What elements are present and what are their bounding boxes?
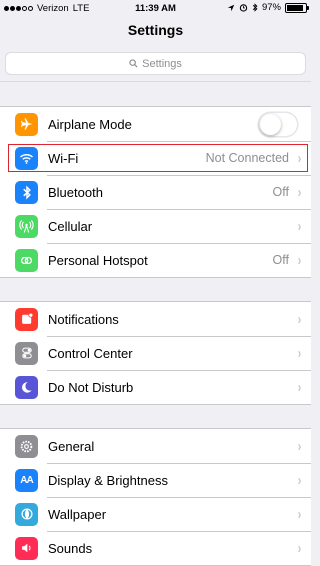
chevron-right-icon: › — [297, 471, 302, 489]
row-label: Do Not Disturb — [48, 379, 134, 395]
notifications-icon — [15, 307, 38, 331]
row-do-not-disturb[interactable]: Do Not Disturb › — [0, 370, 311, 404]
row-display-brightness[interactable]: AA Display & Brightness › — [0, 463, 311, 497]
row-label: General — [48, 438, 95, 454]
chevron-right-icon: › — [297, 183, 302, 201]
battery-icon — [285, 2, 309, 13]
row-general[interactable]: General › — [0, 429, 311, 463]
row-cellular[interactable]: Cellular › — [0, 209, 311, 243]
settings-group-notifications: Notifications › Control Center › Do Not … — [0, 301, 311, 405]
airplane-icon — [15, 112, 38, 136]
chevron-right-icon: › — [297, 539, 302, 557]
row-label: Notifications — [48, 311, 119, 327]
chevron-right-icon: › — [297, 437, 302, 455]
chevron-right-icon: › — [297, 344, 302, 362]
row-notifications[interactable]: Notifications › — [0, 302, 311, 336]
status-icons: 97% — [227, 2, 309, 13]
chevron-right-icon: › — [297, 251, 302, 269]
row-control-center[interactable]: Control Center › — [0, 336, 311, 370]
battery-percent: 97% — [261, 2, 281, 13]
row-value: Off — [272, 185, 289, 199]
wifi-icon — [15, 146, 38, 170]
gear-icon — [15, 434, 38, 458]
hotspot-icon — [15, 248, 38, 272]
chevron-right-icon: › — [297, 505, 302, 523]
cellular-icon — [15, 214, 38, 238]
chevron-right-icon: › — [297, 310, 302, 328]
row-label: Cellular — [48, 218, 93, 234]
bluetooth-status-icon — [252, 3, 258, 12]
search-divider — [0, 81, 311, 82]
settings-group-general: General › AA Display & Brightness › Wall… — [0, 428, 311, 566]
row-airplane-mode[interactable]: Airplane Mode — [0, 107, 311, 141]
row-wifi[interactable]: Wi-Fi Not Connected › — [0, 141, 311, 175]
wallpaper-icon — [15, 502, 38, 526]
row-label: Control Center — [48, 345, 133, 361]
airplane-mode-toggle[interactable] — [259, 112, 297, 136]
row-label: Bluetooth — [48, 184, 103, 200]
search-field[interactable]: Settings — [6, 53, 305, 74]
row-wallpaper[interactable]: Wallpaper › — [0, 497, 311, 531]
chevron-right-icon: › — [297, 217, 302, 235]
row-label: Airplane Mode — [48, 116, 132, 132]
row-label: Wallpaper — [48, 506, 107, 522]
bluetooth-icon — [15, 180, 38, 204]
search-placeholder: Settings — [142, 57, 182, 70]
alarm-icon — [239, 4, 248, 12]
display-icon: AA — [15, 468, 38, 492]
page-title: Settings — [127, 22, 184, 38]
row-value: Not Connected — [205, 151, 289, 165]
chevron-right-icon: › — [297, 149, 302, 167]
moon-icon — [15, 375, 38, 399]
row-label: Personal Hotspot — [48, 252, 148, 268]
row-value: Off — [272, 253, 289, 267]
row-bluetooth[interactable]: Bluetooth Off › — [0, 175, 311, 209]
row-label: Sounds — [48, 540, 93, 556]
control-center-icon — [15, 341, 38, 365]
sounds-icon — [15, 536, 38, 560]
settings-group-connectivity: Airplane Mode Wi-Fi Not Connected › Blue… — [0, 106, 311, 278]
chevron-right-icon: › — [297, 378, 302, 396]
search-icon — [129, 59, 138, 68]
row-personal-hotspot[interactable]: Personal Hotspot Off › — [0, 243, 311, 277]
row-sounds[interactable]: Sounds › — [0, 531, 311, 565]
location-icon — [227, 4, 235, 11]
row-label: Display & Brightness — [48, 472, 168, 488]
row-label: Wi-Fi — [48, 150, 79, 166]
status-bar: Verizon LTE 11:39 AM 97% — [0, 0, 311, 18]
